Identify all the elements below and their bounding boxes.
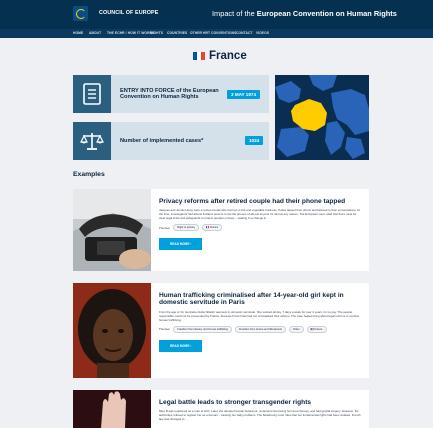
document-icon <box>73 75 111 113</box>
implemented-cases-count: 1024 <box>245 136 264 145</box>
examples-heading: Examples <box>73 171 105 178</box>
card-summary: Miss B was registered as a man at birth.… <box>159 409 361 422</box>
tag-freedom-from-torture[interactable]: Freedom from torture and illtreatment <box>234 325 286 333</box>
tag-label: France <box>314 327 323 331</box>
tag-france[interactable]: 🇫🇷 France <box>306 325 327 333</box>
chevron-right-icon: › <box>190 242 192 247</box>
read-more-button[interactable]: READ MORE › <box>159 339 203 352</box>
nav-item-videos[interactable]: VIDEOS <box>256 31 269 35</box>
card-summary: From the age of 14, Henriette Akofa Sili… <box>159 309 359 322</box>
card-title[interactable]: Human trafficking criminalised after 14-… <box>159 292 363 307</box>
implemented-cases-panel: Number of implemented cases* 1024 <box>73 122 269 160</box>
nav-item-echr[interactable]: THE ECHR / HOW IT WORKS <box>107 31 154 35</box>
nav-item-countries[interactable]: COUNTRIES <box>167 31 187 35</box>
example-card[interactable]: Human trafficking criminalised after 14-… <box>73 283 369 378</box>
country-name: France <box>209 50 247 62</box>
card-body: Human trafficking criminalised after 14-… <box>159 292 363 352</box>
nav-item-other-conventions[interactable]: OTHER HRT CONVENTIONS <box>190 31 236 35</box>
nav-item-contact[interactable]: CONTACT <box>236 31 253 35</box>
country-heading: France <box>193 50 247 62</box>
implemented-cases-label: Number of implemented cases* <box>120 137 204 144</box>
nav-item-about[interactable]: ABOUT <box>89 31 101 35</box>
site-title-prefix: Impact of the <box>212 9 255 18</box>
nav-item-home[interactable]: HOME <box>73 31 83 35</box>
read-more-label: READ MORE <box>170 242 190 247</box>
top-header: COUNCIL OF EUROPE Impact of the European… <box>0 0 433 29</box>
example-card[interactable]: Privacy reforms after retired couple had… <box>73 189 369 271</box>
chevron-right-icon: › <box>190 343 192 348</box>
card-themes: Themes: Freedom from slavery and human t… <box>159 325 363 333</box>
card-image-telephone[interactable] <box>73 189 151 271</box>
entry-into-force-date: 3 MAY 1974 <box>227 90 261 99</box>
main-nav: HOME ABOUT THE ECHR / HOW IT WORKS RIGHT… <box>0 29 433 38</box>
card-themes: Themes: Right to privacy 🇫🇷 France <box>159 224 363 232</box>
brand-name[interactable]: COUNCIL OF EUROPE <box>99 10 158 16</box>
example-card[interactable]: Legal battle leads to stronger transgend… <box>73 390 369 428</box>
site-title-emphasis: European Convention on Human Rights <box>256 9 397 18</box>
site-title: Impact of the European Convention on Hum… <box>212 9 397 18</box>
card-body: Privacy reforms after retired couple had… <box>159 198 363 251</box>
read-more-label: READ MORE <box>170 343 190 348</box>
card-image-hand[interactable] <box>73 390 151 428</box>
card-body: Legal battle leads to stronger transgend… <box>159 399 363 421</box>
card-image-portrait[interactable] <box>73 283 151 378</box>
nav-item-rights[interactable]: RIGHTS <box>150 31 163 35</box>
card-title[interactable]: Legal battle leads to stronger transgend… <box>159 399 363 406</box>
scales-of-justice-icon <box>73 122 111 160</box>
tag-right-to-privacy[interactable]: Right to privacy <box>173 224 200 232</box>
tag-freedom-from-slavery[interactable]: Freedom from slavery and human trafficki… <box>173 325 232 333</box>
logo-star-ring <box>75 8 86 19</box>
entry-into-force-panel: ENTRY INTO FORCE of the European Convent… <box>73 75 269 113</box>
europe-map[interactable] <box>275 75 369 160</box>
tag-video[interactable]: Video <box>288 325 304 333</box>
themes-label: Themes: <box>159 327 171 332</box>
card-summary: Jacques and Jennie Huvig were a retired … <box>159 208 360 221</box>
themes-label: Themes: <box>159 225 171 230</box>
card-title[interactable]: Privacy reforms after retired couple had… <box>159 198 363 205</box>
council-of-europe-logo-icon[interactable] <box>73 6 88 21</box>
read-more-button[interactable]: READ MORE › <box>159 238 203 251</box>
france-flag-icon <box>193 52 205 60</box>
france-map-highlight[interactable] <box>291 99 327 131</box>
tag-france[interactable]: 🇫🇷 France <box>202 224 223 232</box>
flag-stripe-red <box>201 52 205 60</box>
tag-label: France <box>210 226 219 230</box>
entry-into-force-label: ENTRY INTO FORCE of the European Convent… <box>120 87 219 101</box>
